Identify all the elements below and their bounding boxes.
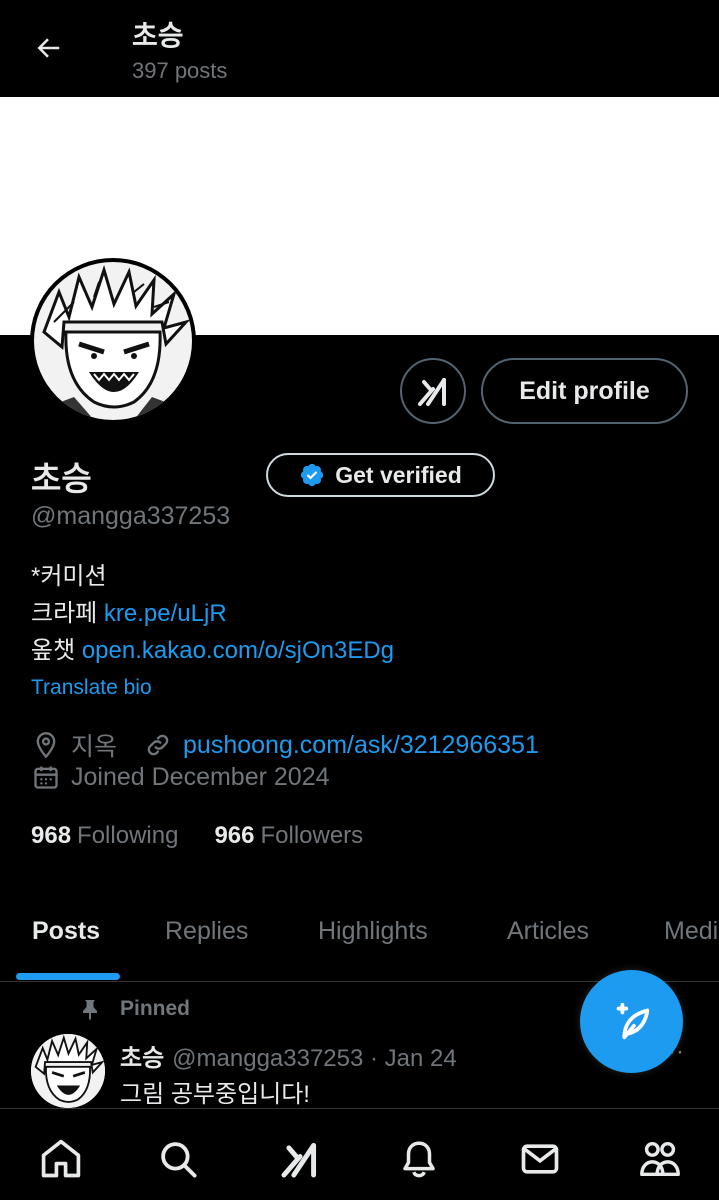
active-tab-indicator xyxy=(16,973,120,980)
communities-icon xyxy=(640,1141,680,1177)
following-label: Following xyxy=(77,822,179,849)
post-text: 그림 공부중입니다! xyxy=(120,1081,310,1108)
profile-website-link[interactable]: pushoong.com/ask/3212966351 xyxy=(183,731,539,760)
tab-media[interactable]: Media xyxy=(664,917,719,946)
bio-line-2: 크라페 kre.pe/uLjR xyxy=(31,595,394,632)
arrow-left-icon xyxy=(37,38,60,58)
tab-posts[interactable]: Posts xyxy=(32,917,100,946)
search-icon xyxy=(161,1142,197,1178)
bottom-navigation xyxy=(0,1108,719,1200)
get-verified-button[interactable]: Get verified xyxy=(266,453,495,497)
nav-messages[interactable] xyxy=(516,1135,564,1183)
bio-line-2-prefix: 크라페 xyxy=(31,600,104,627)
header-title: 초승 xyxy=(132,20,184,51)
post-author-avatar[interactable] xyxy=(31,1034,105,1108)
get-verified-label: Get verified xyxy=(335,461,462,488)
back-button[interactable] xyxy=(30,30,66,66)
bio-line-1: *커미션 xyxy=(31,563,107,590)
profile-joined-row: Joined December 2024 xyxy=(31,762,330,792)
nav-communities[interactable] xyxy=(636,1135,684,1183)
verified-badge-icon xyxy=(301,463,324,487)
profile-meta-row: 지옥 pushoong.com/ask/3212966351 xyxy=(31,727,539,763)
nav-search[interactable] xyxy=(154,1135,202,1183)
pin-icon xyxy=(83,1000,97,1020)
top-bar: 초승 397 posts xyxy=(0,0,719,97)
nav-notifications[interactable] xyxy=(395,1135,443,1183)
grok-button[interactable] xyxy=(400,358,466,424)
calendar-icon xyxy=(31,762,61,792)
pinned-label: Pinned xyxy=(120,997,191,1020)
nav-home[interactable] xyxy=(37,1135,85,1183)
followers-count: 966 xyxy=(214,822,255,849)
bio-line-3-prefix: 옾챗 xyxy=(31,637,82,664)
profile-location: 지옥 xyxy=(71,733,118,761)
follow-stats: 968 Following 966 Followers xyxy=(31,822,363,850)
tab-articles[interactable]: Articles xyxy=(507,917,589,946)
link-icon xyxy=(143,730,173,760)
tab-replies[interactable]: Replies xyxy=(165,917,248,946)
compose-feather-icon xyxy=(616,1002,649,1039)
profile-bio: *커미션 크라페 kre.pe/uLjR 옾챗 open.kakao.com/o… xyxy=(31,558,394,669)
mail-icon xyxy=(521,1144,559,1174)
grok-icon xyxy=(418,378,446,406)
nav-grok[interactable] xyxy=(276,1135,324,1183)
following-count: 968 xyxy=(31,822,72,849)
location-icon xyxy=(31,730,61,760)
profile-joined-date: Joined December 2024 xyxy=(71,762,330,791)
translate-bio-link[interactable]: Translate bio xyxy=(31,676,152,700)
post-author-meta: @mangga337253 · Jan 24 xyxy=(172,1045,457,1072)
bell-icon xyxy=(403,1141,435,1178)
following-stat[interactable]: 968 Following xyxy=(31,822,178,850)
profile-display-name: 초승 xyxy=(31,460,92,497)
profile-avatar[interactable] xyxy=(30,258,196,424)
compose-post-button[interactable] xyxy=(580,970,683,1073)
profile-tabs: Posts Replies Highlights Articles Media xyxy=(0,895,719,982)
post-author-name[interactable]: 초승 xyxy=(120,1045,164,1072)
tab-highlights[interactable]: Highlights xyxy=(318,917,428,946)
profile-handle: @mangga337253 xyxy=(31,502,231,530)
edit-profile-button[interactable]: Edit profile xyxy=(481,358,688,424)
bio-link-kre[interactable]: kre.pe/uLjR xyxy=(104,600,227,627)
pinned-indicator: Pinned xyxy=(78,996,190,1022)
bio-line-3: 옾챗 open.kakao.com/o/sjOn3EDg xyxy=(31,632,394,669)
home-icon xyxy=(41,1139,81,1178)
followers-stat[interactable]: 966 Followers xyxy=(214,822,363,850)
header-post-count: 397 posts xyxy=(132,58,228,83)
post-header: 초승 @mangga337253 · Jan 24 xyxy=(120,1038,457,1073)
followers-label: Followers xyxy=(260,822,364,849)
bio-link-kakao[interactable]: open.kakao.com/o/sjOn3EDg xyxy=(82,637,394,664)
grok-icon xyxy=(281,1142,317,1178)
